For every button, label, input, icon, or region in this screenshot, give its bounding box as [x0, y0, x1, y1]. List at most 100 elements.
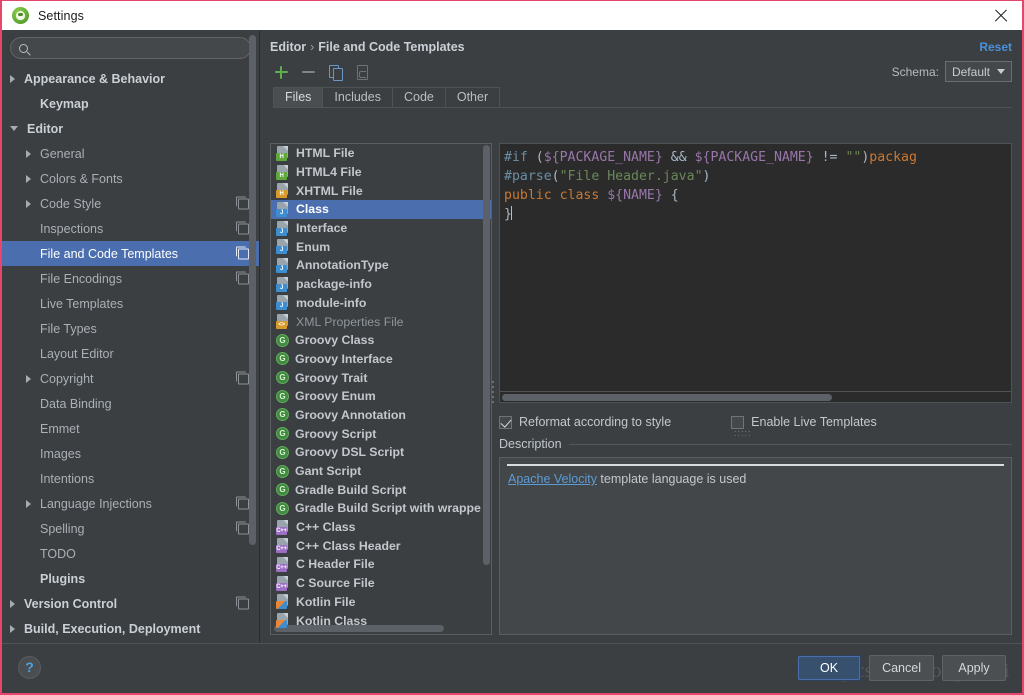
template-list-item[interactable]: G Gradle Build Script with wrappe — [271, 499, 491, 518]
sidebar-item-language-injections[interactable]: Language Injections — [2, 491, 259, 516]
sidebar-item-colors-fonts[interactable]: Colors & Fonts — [2, 166, 259, 191]
template-list-item[interactable]: G Gradle Build Script — [271, 480, 491, 499]
sidebar-item-spelling[interactable]: Spelling — [2, 516, 259, 541]
template-list-item[interactable]: C++ C++ Class Header — [271, 536, 491, 555]
sidebar-item-layout-editor[interactable]: Layout Editor — [2, 341, 259, 366]
chevron-right-icon[interactable] — [26, 174, 31, 183]
apply-button[interactable]: Apply — [942, 655, 1006, 681]
chevron-right-icon[interactable] — [26, 374, 31, 383]
chevron-right-icon[interactable] — [26, 149, 31, 158]
template-list-item[interactable]: H HTML4 File — [271, 163, 491, 182]
template-list-item[interactable]: G Gant Script — [271, 462, 491, 481]
reset-link[interactable]: Reset — [979, 40, 1012, 54]
template-list-hscrollbar[interactable] — [274, 625, 444, 632]
tab-files[interactable]: Files — [273, 87, 324, 107]
template-list-item[interactable]: C++ C Header File — [271, 555, 491, 574]
sidebar-item-inspections[interactable]: Inspections — [2, 216, 259, 241]
help-icon[interactable]: ? — [18, 656, 41, 679]
sidebar-item-data-binding[interactable]: Data Binding — [2, 391, 259, 416]
sidebar-item-label: Language Injections — [40, 496, 152, 511]
sidebar-item-build-execution-deployment[interactable]: Build, Execution, Deployment — [2, 616, 259, 641]
apache-velocity-link[interactable]: Apache Velocity — [508, 472, 597, 486]
tab-other[interactable]: Other — [444, 87, 501, 107]
template-list-item[interactable]: G Groovy Interface — [271, 350, 491, 369]
search-input[interactable] — [34, 41, 242, 55]
sidebar-item-file-and-code-templates[interactable]: File and Code Templates — [2, 241, 259, 266]
template-list-item[interactable]: J Class — [271, 200, 491, 219]
sidebar-item-label: TODO — [40, 546, 76, 561]
sidebar-item-intentions[interactable]: Intentions — [2, 466, 259, 491]
template-list-item[interactable]: J Interface — [271, 219, 491, 238]
template-list-item[interactable]: J Enum — [271, 237, 491, 256]
close-icon[interactable] — [990, 5, 1012, 27]
sidebar-item-code-style[interactable]: Code Style — [2, 191, 259, 216]
template-list-item[interactable]: G Groovy DSL Script — [271, 443, 491, 462]
cancel-button[interactable]: Cancel — [869, 655, 934, 681]
template-list-item[interactable]: C++ C Source File — [271, 574, 491, 593]
chevron-right-icon[interactable] — [10, 74, 15, 83]
template-list-item[interactable]: G Groovy Enum — [271, 387, 491, 406]
sidebar-item-label: Keymap — [40, 96, 89, 111]
sidebar-item-version-control[interactable]: Version Control — [2, 591, 259, 616]
sidebar-item-file-encodings[interactable]: File Encodings — [2, 266, 259, 291]
template-list-item[interactable]: J AnnotationType — [271, 256, 491, 275]
sidebar-item-todo[interactable]: TODO — [2, 541, 259, 566]
live-templates-checkbox[interactable] — [731, 415, 745, 429]
template-list-item[interactable]: G Groovy Class — [271, 331, 491, 350]
sidebar-item-keymap[interactable]: Keymap — [2, 91, 259, 116]
editor-hscrollbar[interactable] — [502, 394, 832, 401]
breadcrumb: Editor › File and Code Templates — [270, 40, 465, 54]
resize-grip-icon[interactable]: ::::: — [734, 429, 754, 438]
template-list-item[interactable]: H HTML File — [271, 144, 491, 163]
template-list-item[interactable]: H XHTML File — [271, 181, 491, 200]
template-list-item[interactable]: Kotlin File — [271, 593, 491, 612]
code-token: ${NAME} — [607, 188, 663, 203]
splitter-handle[interactable] — [492, 381, 497, 403]
plus-icon[interactable] — [273, 64, 289, 80]
sidebar-item-appearance-behavior[interactable]: Appearance & Behavior — [2, 66, 259, 91]
schema-dropdown[interactable]: Default — [944, 61, 1012, 82]
code-line: #if (${PACKAGE_NAME} && ${PACKAGE_NAME} … — [504, 148, 1011, 167]
template-list-item-label: Groovy Interface — [295, 351, 393, 366]
cpp-class-icon: C++ — [276, 519, 290, 535]
template-list-item-label: Gradle Build Script with wrappe — [295, 501, 481, 516]
sidebar-item-file-types[interactable]: File Types — [2, 316, 259, 341]
sidebar-item-label: Build, Execution, Deployment — [24, 621, 201, 636]
copy-icon[interactable] — [327, 64, 343, 81]
template-list-item[interactable]: Jpackage-info — [271, 275, 491, 294]
template-list-item[interactable]: G Groovy Trait — [271, 368, 491, 387]
template-list-item[interactable]: G Groovy Script — [271, 424, 491, 443]
reset-template-icon[interactable] — [354, 64, 370, 80]
minus-icon[interactable] — [300, 64, 316, 80]
sidebar-item-emmet[interactable]: Emmet — [2, 416, 259, 441]
sidebar-item-live-templates[interactable]: Live Templates — [2, 291, 259, 316]
chevron-down-icon[interactable] — [10, 126, 18, 131]
sidebar-item-general[interactable]: General — [2, 141, 259, 166]
schema-label: Schema: — [891, 64, 939, 79]
template-list-item[interactable]: Jmodule-info — [271, 294, 491, 313]
sidebar-item-images[interactable]: Images — [2, 441, 259, 466]
xhtml-file-icon: H — [276, 183, 290, 199]
reformat-checkbox[interactable] — [499, 415, 512, 429]
template-list-item[interactable]: C++ C++ Class — [271, 518, 491, 537]
template-list-item[interactable]: <> XML Properties File — [271, 312, 491, 331]
chevron-right-icon[interactable] — [10, 624, 15, 633]
search-box[interactable] — [10, 37, 251, 59]
sidebar-item-copyright[interactable]: Copyright — [2, 366, 259, 391]
template-code-editor[interactable]: #if (${PACKAGE_NAME} && ${PACKAGE_NAME} … — [499, 143, 1012, 392]
tab-includes[interactable]: Includes — [322, 87, 393, 107]
sidebar-item-editor[interactable]: Editor — [2, 116, 259, 141]
template-list-vscrollbar[interactable] — [483, 145, 490, 565]
groovy-enum-icon: G — [276, 389, 289, 403]
tab-code[interactable]: Code — [391, 87, 446, 107]
code-token: != — [813, 150, 846, 165]
template-list-item[interactable]: G Groovy Annotation — [271, 406, 491, 425]
chevron-right-icon[interactable] — [26, 199, 31, 208]
sidebar-item-plugins[interactable]: Plugins — [2, 566, 259, 591]
ok-button[interactable]: OK — [797, 655, 862, 681]
chevron-right-icon[interactable] — [26, 499, 31, 508]
breadcrumb-parent[interactable]: Editor — [270, 40, 306, 54]
sidebar-scrollbar[interactable] — [249, 35, 256, 545]
code-line: public class ${NAME} { — [504, 186, 1011, 205]
chevron-right-icon[interactable] — [10, 599, 15, 608]
